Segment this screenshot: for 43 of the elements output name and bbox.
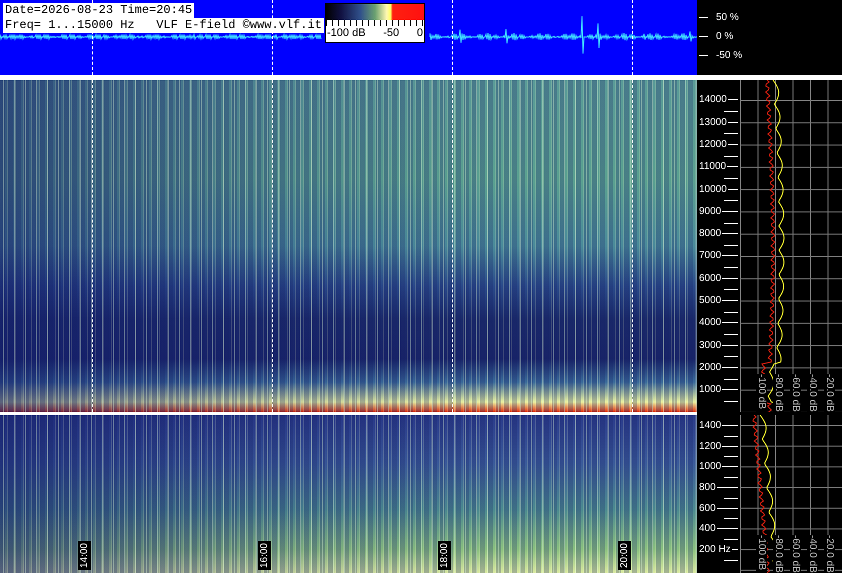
db-label: -60.0 dB bbox=[790, 535, 801, 573]
time-label: 16:00 bbox=[258, 540, 271, 570]
frequency-label: 5000 bbox=[698, 295, 722, 306]
db-label: -40.0 dB bbox=[807, 374, 818, 412]
frequency-label: 7000 bbox=[698, 250, 722, 262]
frequency-label: 200 Hz bbox=[698, 544, 731, 555]
db-label: -20.0 dB bbox=[824, 374, 835, 412]
frequency-label: 3000 bbox=[698, 340, 722, 351]
db-label: -20.0 dB bbox=[824, 535, 835, 573]
frequency-label: 9000 bbox=[698, 206, 722, 217]
frequency-label: 12000 bbox=[698, 139, 727, 150]
time-label: 20:00 bbox=[618, 540, 631, 570]
frequency-label: 800 bbox=[698, 482, 716, 493]
frequency-label: 4000 bbox=[698, 317, 722, 328]
frequency-label: 11000 bbox=[698, 161, 726, 172]
frequency-label: 10000 bbox=[698, 184, 727, 195]
frequency-label: 6000 bbox=[698, 272, 722, 284]
time-label: 14:00 bbox=[78, 540, 91, 570]
date-time-text: Date=2026-08-23 Time=20:45 bbox=[3, 3, 194, 18]
db-label: -80.0 dB bbox=[773, 535, 784, 573]
frequency-label: 8000 bbox=[698, 228, 722, 240]
frequency-label: 1000 bbox=[698, 461, 722, 472]
frequency-label: 600 bbox=[698, 502, 716, 514]
db-label: -60.0 dB bbox=[790, 374, 801, 412]
db-label: -40.0 dB bbox=[807, 535, 818, 573]
amplitude-label: -50 % bbox=[716, 50, 742, 60]
frequency-label: 1400 bbox=[698, 420, 722, 431]
colorbar-label: 0 bbox=[416, 26, 423, 40]
frequency-label: 14000 bbox=[698, 94, 727, 106]
time-label: 18:00 bbox=[438, 540, 451, 570]
db-label: -100 dB bbox=[756, 374, 767, 412]
colorbar-label: -100 dB bbox=[327, 26, 366, 40]
frequency-label: 13000 bbox=[698, 116, 727, 128]
frequency-label: 400 bbox=[698, 523, 716, 534]
amplitude-label: 50 % bbox=[716, 12, 739, 22]
frequency-info-text: Freq= 1...15000 Hz VLF E-field ©www.vlf.it bbox=[3, 18, 324, 33]
db-label: -100 dB bbox=[756, 535, 767, 573]
frequency-label: 2000 bbox=[698, 362, 722, 373]
db-label: -80.0 dB bbox=[773, 374, 784, 412]
colorbar-label: -50 bbox=[383, 26, 400, 40]
amplitude-label: 0 % bbox=[716, 30, 734, 42]
frequency-label: 1000 bbox=[698, 384, 722, 396]
frequency-label: 1200 bbox=[698, 440, 722, 452]
